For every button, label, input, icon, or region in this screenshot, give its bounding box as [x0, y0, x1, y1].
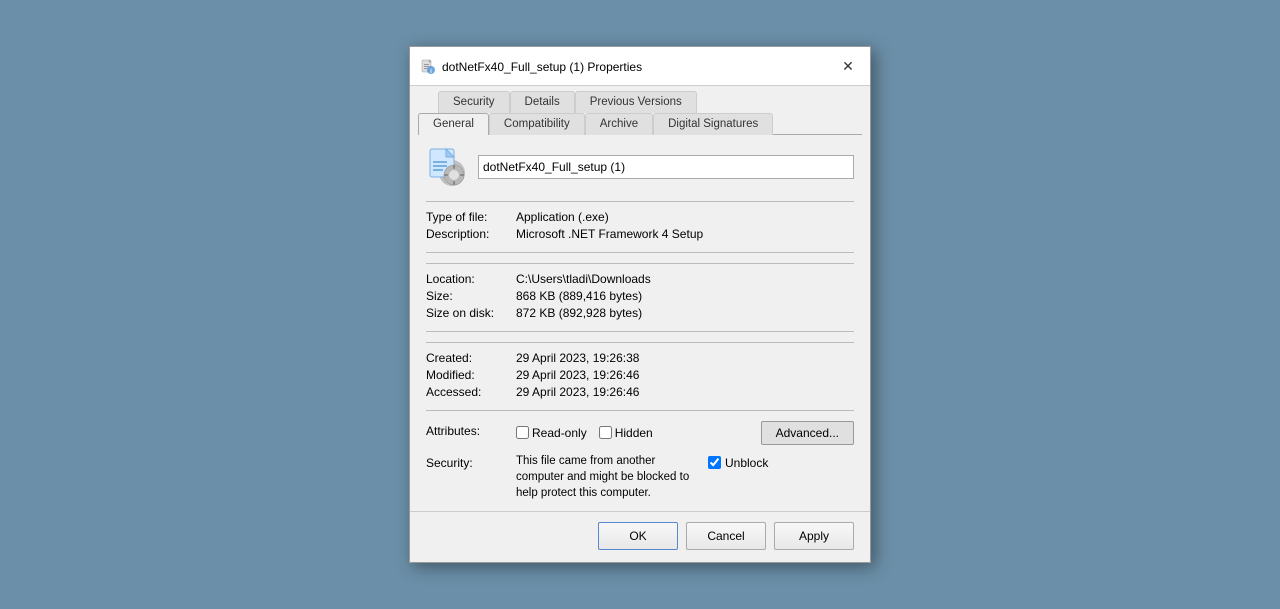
unblock-checkbox[interactable]	[708, 456, 721, 469]
size-on-disk-row: Size on disk: 872 KB (892,928 bytes)	[426, 306, 854, 320]
modified-row: Modified: 29 April 2023, 19:26:46	[426, 368, 854, 382]
titlebar-left: i dotNetFx40_Full_setup (1) Properties	[420, 59, 642, 75]
ok-button[interactable]: OK	[598, 522, 678, 550]
description-row: Description: Microsoft .NET Framework 4 …	[426, 227, 854, 241]
footer: OK Cancel Apply	[410, 511, 870, 562]
properties-dialog: i dotNetFx40_Full_setup (1) Properties ✕…	[409, 46, 871, 563]
file-icon	[426, 147, 466, 187]
tabs-row2: General Compatibility Archive Digital Si…	[418, 112, 862, 134]
type-label: Type of file:	[426, 210, 516, 224]
close-button[interactable]: ✕	[836, 55, 860, 79]
attributes-label: Attributes:	[426, 421, 516, 438]
tabs-container: Security Details Previous Versions Gener…	[410, 86, 870, 135]
security-label: Security:	[426, 453, 516, 470]
tab-previous-versions[interactable]: Previous Versions	[575, 91, 697, 113]
location-row: Location: C:\Users\tladi\Downloads	[426, 272, 854, 286]
security-text: This file came from another computer and…	[516, 453, 696, 501]
readonly-checkbox-label[interactable]: Read-only	[516, 426, 587, 440]
hidden-checkbox-label[interactable]: Hidden	[599, 426, 653, 440]
apply-button[interactable]: Apply	[774, 522, 854, 550]
advanced-button[interactable]: Advanced...	[761, 421, 854, 445]
readonly-label: Read-only	[532, 426, 587, 440]
type-row: Type of file: Application (.exe)	[426, 210, 854, 224]
modified-value: 29 April 2023, 19:26:46	[516, 368, 639, 382]
tab-security[interactable]: Security	[438, 91, 510, 113]
description-value: Microsoft .NET Framework 4 Setup	[516, 227, 703, 241]
filename-row	[426, 147, 854, 187]
content-area: Type of file: Application (.exe) Descrip…	[410, 135, 870, 511]
file-info-section3: Created: 29 April 2023, 19:26:38 Modifie…	[426, 342, 854, 411]
size-on-disk-value: 872 KB (892,928 bytes)	[516, 306, 642, 320]
size-label: Size:	[426, 289, 516, 303]
tabs-row1: Security Details Previous Versions	[438, 90, 862, 112]
size-on-disk-label: Size on disk:	[426, 306, 516, 320]
titlebar: i dotNetFx40_Full_setup (1) Properties ✕	[410, 47, 870, 86]
created-row: Created: 29 April 2023, 19:26:38	[426, 351, 854, 365]
attr-checkboxes: Read-only Hidden Advanced...	[516, 421, 854, 445]
file-info-section2: Location: C:\Users\tladi\Downloads Size:…	[426, 263, 854, 332]
unblock-checkbox-label[interactable]: Unblock	[708, 456, 768, 470]
cancel-button[interactable]: Cancel	[686, 522, 766, 550]
type-value: Application (.exe)	[516, 210, 609, 224]
readonly-checkbox[interactable]	[516, 426, 529, 439]
accessed-label: Accessed:	[426, 385, 516, 399]
hidden-checkbox[interactable]	[599, 426, 612, 439]
file-info-section1: Type of file: Application (.exe) Descrip…	[426, 201, 854, 253]
hidden-label: Hidden	[615, 426, 653, 440]
tab-details[interactable]: Details	[510, 91, 575, 113]
created-label: Created:	[426, 351, 516, 365]
titlebar-file-icon: i	[420, 59, 436, 75]
tab-archive[interactable]: Archive	[585, 113, 653, 135]
size-row: Size: 868 KB (889,416 bytes)	[426, 289, 854, 303]
unblock-label: Unblock	[725, 456, 768, 470]
tab-digital-signatures[interactable]: Digital Signatures	[653, 113, 773, 135]
tab-compatibility[interactable]: Compatibility	[489, 113, 585, 135]
location-value: C:\Users\tladi\Downloads	[516, 272, 651, 286]
attributes-row: Attributes: Read-only Hidden Advanced...	[426, 421, 854, 445]
dialog-title: dotNetFx40_Full_setup (1) Properties	[442, 60, 642, 74]
location-label: Location:	[426, 272, 516, 286]
tab-general[interactable]: General	[418, 113, 489, 135]
security-row: Security: This file came from another co…	[426, 453, 854, 501]
security-content: This file came from another computer and…	[516, 453, 854, 501]
accessed-row: Accessed: 29 April 2023, 19:26:46	[426, 385, 854, 399]
accessed-value: 29 April 2023, 19:26:46	[516, 385, 639, 399]
filename-input[interactable]	[478, 155, 854, 179]
modified-label: Modified:	[426, 368, 516, 382]
created-value: 29 April 2023, 19:26:38	[516, 351, 639, 365]
size-value: 868 KB (889,416 bytes)	[516, 289, 642, 303]
description-label: Description:	[426, 227, 516, 241]
